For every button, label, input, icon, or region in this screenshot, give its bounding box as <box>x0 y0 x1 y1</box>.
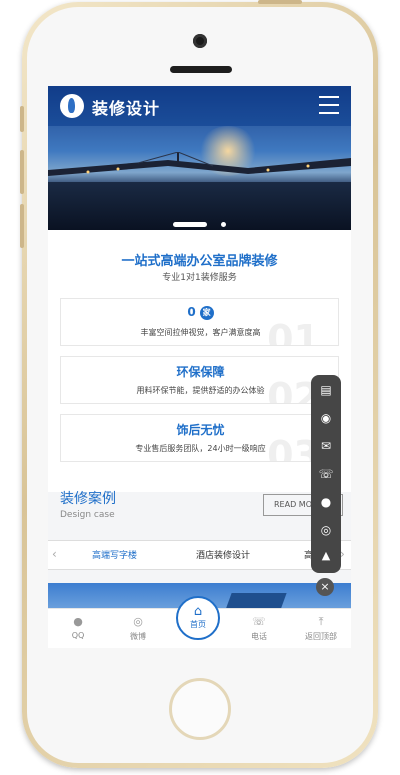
carousel-dot[interactable] <box>221 222 226 227</box>
qq-service-icon[interactable]: ◉ <box>311 411 341 425</box>
phone-icon: ☏ <box>252 615 266 628</box>
footer-home-button[interactable]: ⌂ 首页 <box>176 596 220 640</box>
tab-hotel-design[interactable]: 酒店装修设计 <box>196 548 250 561</box>
hero-banner[interactable]: 装修设计 <box>48 86 351 230</box>
footer-back-to-top[interactable]: ⤒ 返回顶部 <box>296 615 346 642</box>
tab-office-building[interactable]: 高端写字楼 <box>92 548 137 561</box>
feature-count-badge: 家 <box>199 305 214 320</box>
home-icon: ⌂ <box>193 604 203 619</box>
feature-desc: 丰富空间拉伸视觉，客户满意度高 <box>140 328 261 337</box>
home-button[interactable] <box>169 678 231 740</box>
feature-count-value: 0 <box>187 305 196 319</box>
front-camera <box>193 34 207 48</box>
phone-screen: 装修设计 一站式高端办公室品牌装修 专业1对1装修服务 01 0家 丰富空间拉伸… <box>48 86 351 648</box>
form-icon[interactable]: ▤ <box>311 383 341 397</box>
feature-title: 环保保障 <box>176 365 225 379</box>
footer-weibo-label: 微博 <box>130 632 146 641</box>
footer-weibo[interactable]: ◎ 微博 <box>113 615 163 642</box>
footer-phone[interactable]: ☏ 电话 <box>234 615 284 642</box>
feature-title: 0家 <box>61 305 338 320</box>
back-to-top-icon: ⤒ <box>318 615 324 628</box>
weibo-icon[interactable]: ◎ <box>311 523 341 537</box>
footer-qq-label: QQ <box>71 631 85 640</box>
footer-phone-label: 电话 <box>251 632 267 641</box>
feature-card: 01 0家 丰富空间拉伸视觉，客户满意度高 <box>60 298 339 346</box>
feature-desc: 专业售后服务团队，24小时一级响应 <box>135 444 266 453</box>
case-category-tabs: ‹ 高端写字楼 酒店装修设计 高端 › <box>48 540 351 570</box>
intro-subtitle: 专业1对1装修服务 <box>162 273 237 283</box>
footer-back-to-top-label: 返回顶部 <box>305 632 337 641</box>
cases-title: 装修案例 <box>60 491 116 507</box>
mute-switch <box>20 106 24 132</box>
feature-title: 饰后无忧 <box>176 423 225 437</box>
footer-home-label: 首页 <box>190 620 206 629</box>
intro-title: 一站式高端办公室品牌装修 <box>121 254 278 269</box>
chevron-left-icon[interactable]: ‹ <box>52 547 57 561</box>
logo-icon[interactable] <box>60 94 84 118</box>
feature-card: 02 环保保障 用料环保节能，提供舒适的办公体验 <box>60 356 339 404</box>
footer-qq[interactable]: ● QQ <box>53 615 103 640</box>
top-navigation-bar: 装修设计 <box>48 86 351 126</box>
feature-card: 03 饰后无忧 专业售后服务团队，24小时一级响应 <box>60 414 339 462</box>
hamburger-menu-icon[interactable] <box>319 96 339 116</box>
power-button <box>258 0 302 4</box>
feature-desc: 用料环保节能，提供舒适的办公体验 <box>136 386 265 395</box>
close-icon[interactable]: × <box>316 578 334 596</box>
wechat-icon[interactable]: ✉ <box>311 439 341 453</box>
earpiece-speaker <box>170 66 232 73</box>
arrow-up-icon[interactable]: ▲ <box>311 549 341 562</box>
volume-up-button <box>20 150 24 194</box>
phone-icon[interactable]: ☏ <box>311 467 341 481</box>
qq-icon[interactable]: ● <box>311 495 341 509</box>
cases-subtitle: Design case <box>60 510 115 520</box>
intro-section: 一站式高端办公室品牌装修 专业1对1装修服务 01 0家 丰富空间拉伸视觉，客户… <box>48 230 351 492</box>
volume-down-button <box>20 204 24 248</box>
floating-contact-bar: ▤ ◉ ✉ ☏ ● ◎ ▲ <box>311 375 341 573</box>
logo-text[interactable]: 装修设计 <box>92 95 160 119</box>
carousel-dot-active[interactable] <box>173 222 207 227</box>
qq-icon: ● <box>73 615 83 628</box>
weibo-icon: ◎ <box>133 615 143 628</box>
bridge-illustration <box>48 152 351 176</box>
